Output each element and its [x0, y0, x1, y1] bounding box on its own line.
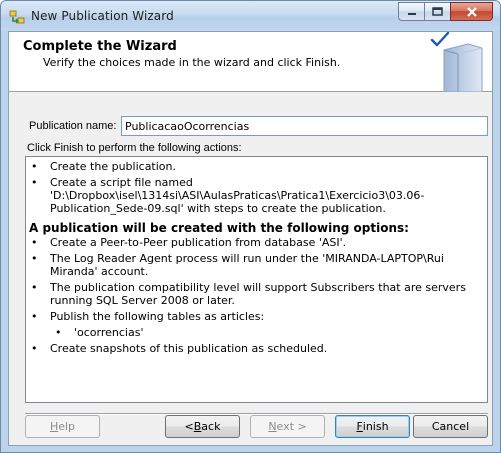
maximize-button[interactable]: [424, 2, 450, 21]
close-button[interactable]: [450, 2, 493, 21]
window-title: New Publication Wizard: [31, 9, 174, 23]
list-item: • Create the publication.: [31, 160, 177, 173]
close-icon: [466, 6, 477, 17]
list-item: • Publish the following tables as article…: [31, 310, 265, 323]
options-heading: A publication will be created with the f…: [29, 221, 409, 235]
help-button[interactable]: Help: [25, 415, 100, 438]
wizard-book-icon: [430, 32, 483, 92]
actions-list: • Create the publication. • Create a scrip…: [30, 160, 481, 215]
actions-label: Click Finish to perform the following ac…: [27, 142, 242, 154]
publication-name-label: Publication name:: [29, 120, 117, 132]
final-options-list: • Create snapshots of this publication as…: [30, 342, 481, 355]
list-item: • The Log Reader Agent process will run u…: [31, 252, 444, 278]
publication-wizard-icon: [9, 10, 25, 24]
list-item: • The publication compatibility level wil…: [31, 281, 466, 307]
back-button[interactable]: < Back: [165, 415, 240, 438]
wizard-header: Complete the Wizard Verify the choices m…: [9, 32, 492, 92]
page-title: Complete the Wizard: [23, 39, 177, 54]
page-subtitle: Verify the choices made in the wizard an…: [43, 56, 341, 69]
list-item: • Create a Peer-to-Peer publication from …: [31, 236, 347, 249]
wizard-window: New Publication Wizard Complete the Wiza…: [0, 0, 501, 453]
list-item: • Create a script file named 'D:\Dropbox\…: [31, 176, 425, 215]
caption-buttons: [398, 2, 493, 21]
wizard-client-area: Complete the Wizard Verify the choices m…: [8, 31, 493, 446]
article-item: •'ocorrencias': [55, 326, 144, 339]
cancel-button[interactable]: Cancel: [413, 415, 488, 438]
finish-button[interactable]: Finish: [335, 415, 410, 438]
minimize-icon: [407, 12, 416, 15]
articles-list: •'ocorrencias': [30, 326, 481, 339]
publication-name-input[interactable]: [121, 116, 488, 136]
minimize-button[interactable]: [398, 2, 424, 21]
title-bar[interactable]: New Publication Wizard: [1, 1, 500, 31]
list-item: • Create snapshots of this publication as…: [31, 342, 328, 355]
maximize-icon: [432, 7, 443, 16]
next-button[interactable]: Next >: [250, 415, 325, 438]
options-list: • Create a Peer-to-Peer publication from …: [30, 236, 481, 323]
actions-summary-box[interactable]: • Create the publication. • Create a scrip…: [25, 156, 488, 403]
